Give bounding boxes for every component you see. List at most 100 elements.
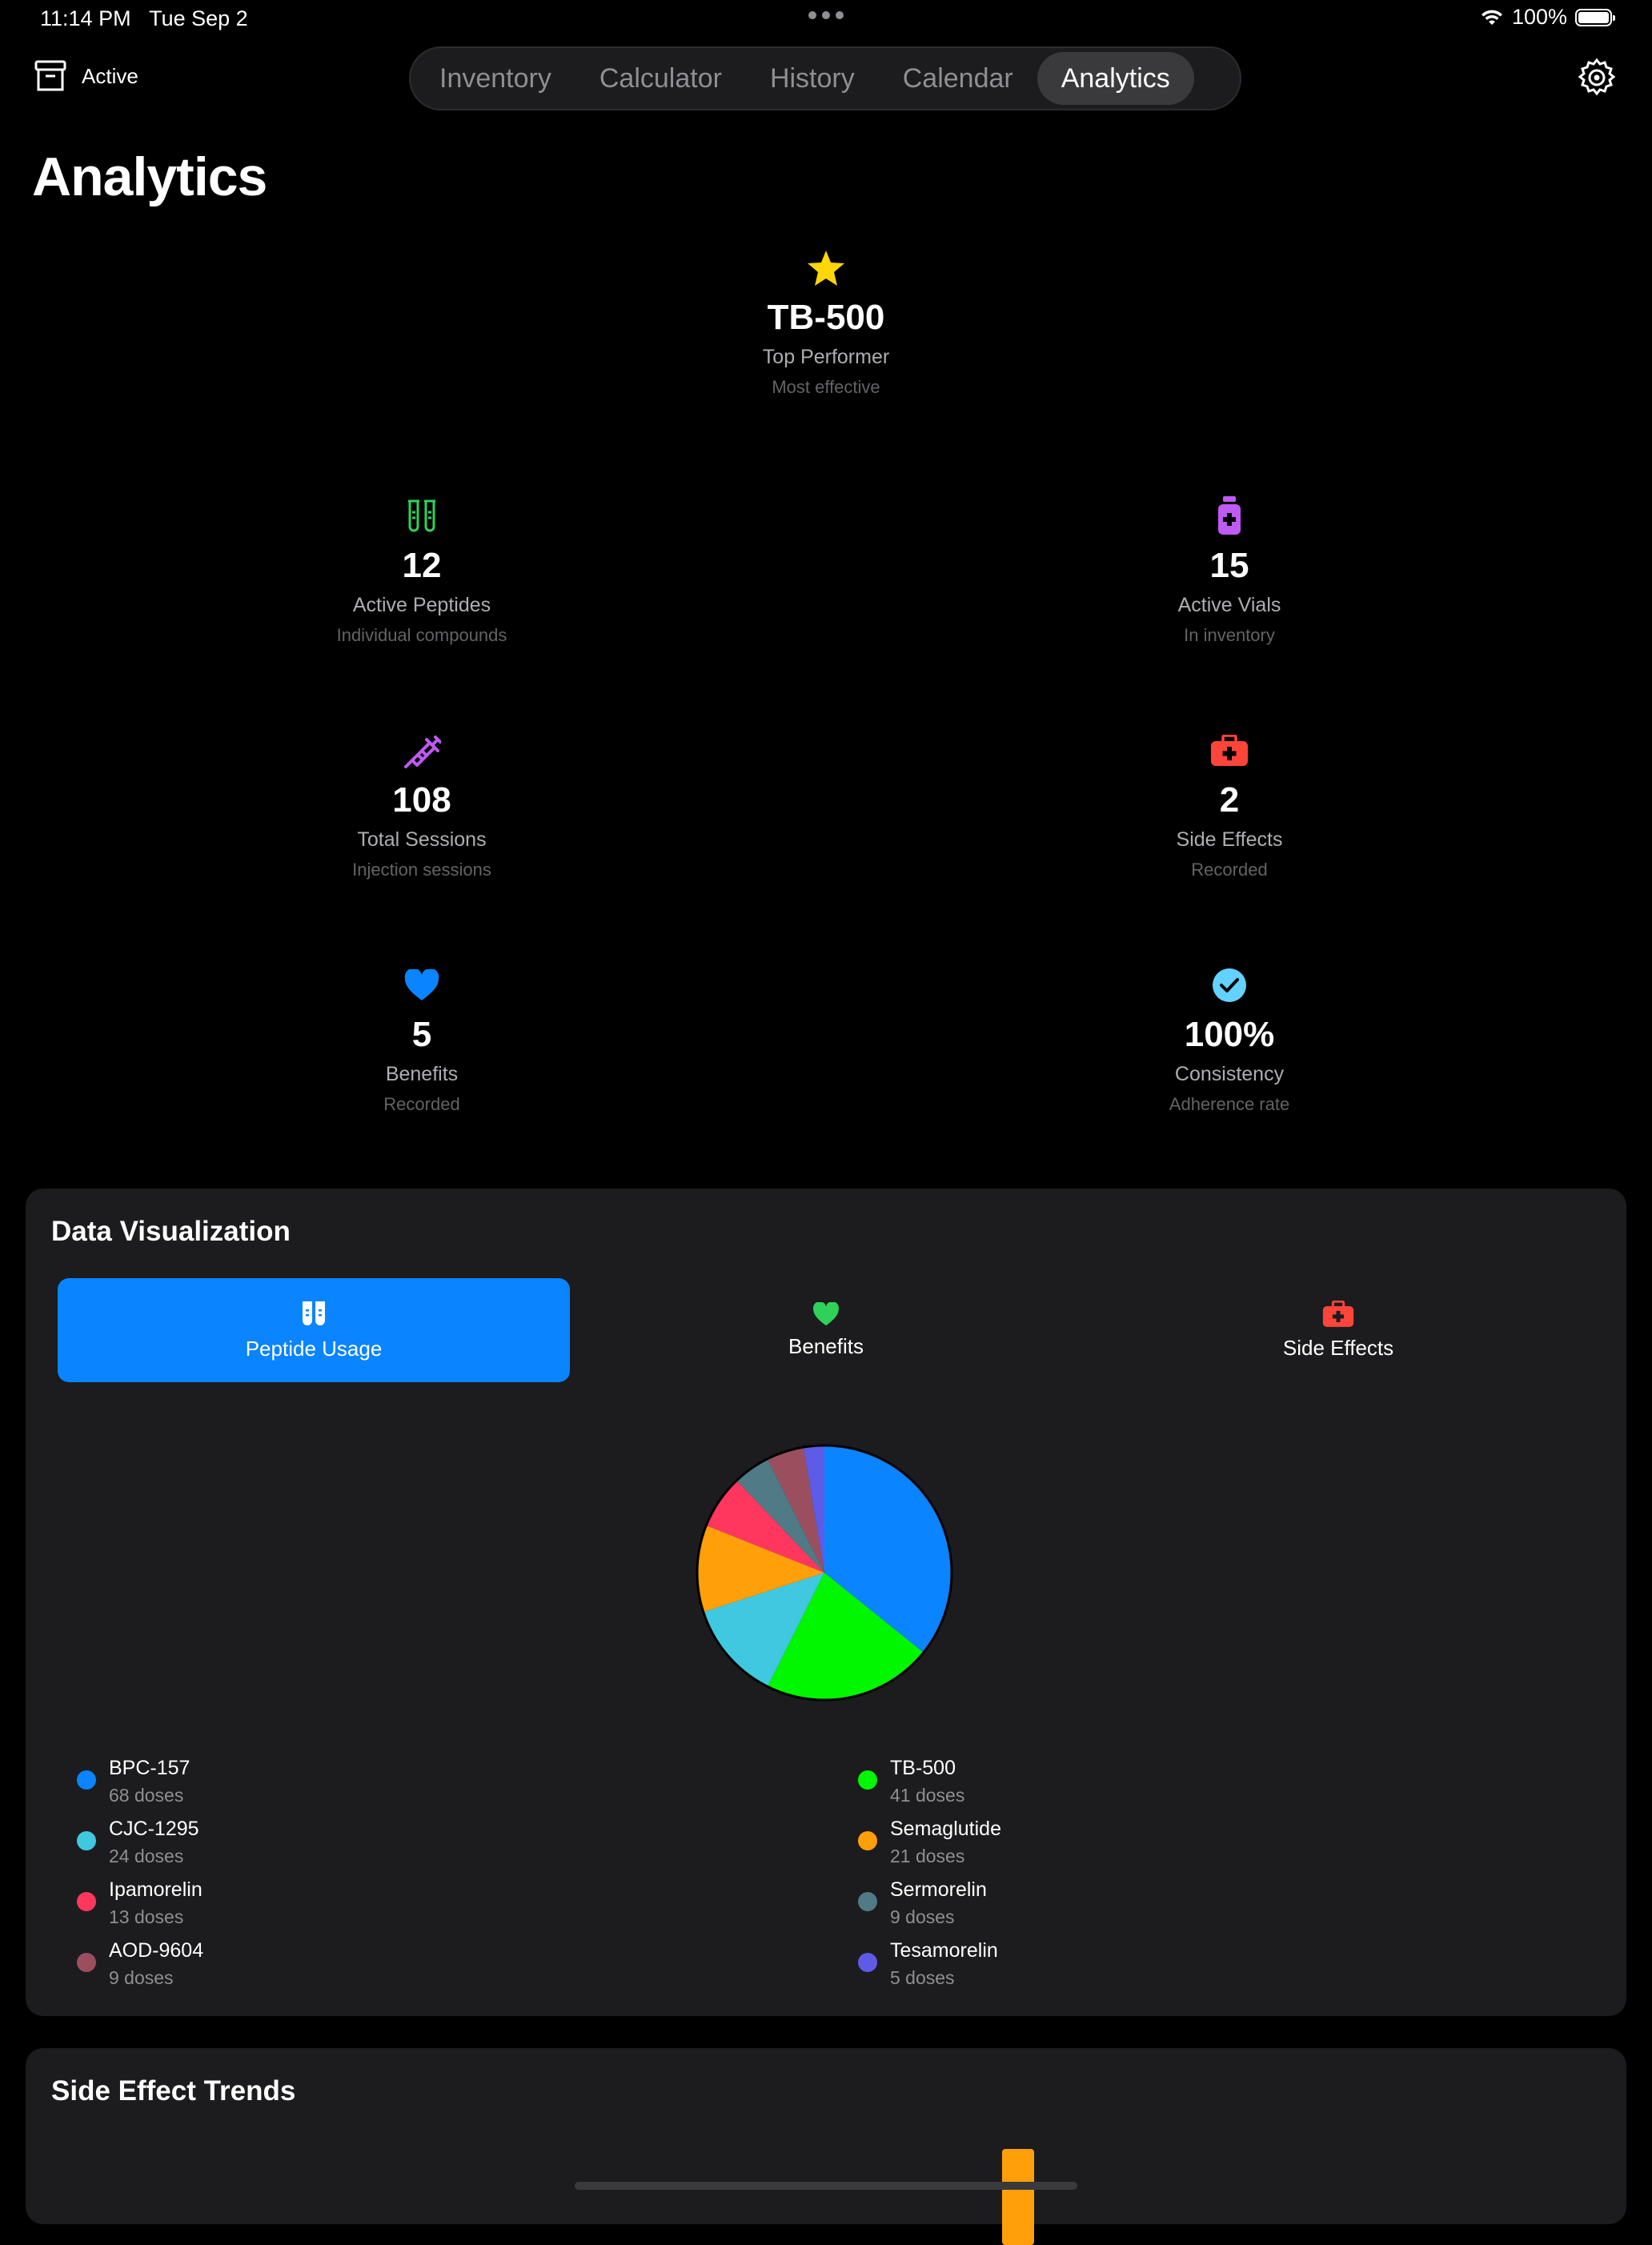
data-visualization-card: Data Visualization Peptide Usage Benefit… (26, 1189, 1626, 2016)
medical-kit-icon (1069, 726, 1389, 776)
legend-name: CJC-1295 (109, 1818, 199, 1840)
tab-peptide-usage[interactable]: Peptide Usage (58, 1278, 570, 1382)
chart-tab-selector: Peptide Usage Benefits Side Effects (58, 1278, 1594, 1382)
battery-percent: 100% (1511, 5, 1567, 29)
syringe-icon (262, 726, 582, 776)
tab-calculator[interactable]: Calculator (575, 52, 746, 105)
legend-doses: 24 doses (109, 1846, 184, 1866)
tab-inventory[interactable]: Inventory (415, 52, 575, 105)
top-performer-sub: Most effective (772, 377, 880, 397)
wifi-icon (1481, 10, 1502, 25)
side-effects-sub: Recorded (1191, 860, 1268, 880)
tab-history[interactable]: History (746, 52, 879, 105)
active-archive-button[interactable]: Active (34, 59, 138, 93)
legend-item-aod-9604: AOD-9604 9 doses (77, 1939, 203, 1989)
settings-button[interactable] (1577, 58, 1617, 102)
active-label: Active (82, 63, 138, 88)
tab-peptide-usage-label: Peptide Usage (245, 1336, 383, 1361)
legend-name: BPC-157 (109, 1757, 190, 1779)
main-tab-bar: Inventory Calculator History Calendar An… (409, 46, 1241, 110)
active-vials-label: Active Vials (1177, 594, 1281, 616)
side-effects-value: 2 (1219, 780, 1240, 820)
status-indicators: 100% (1480, 5, 1615, 30)
tab-benefits[interactable]: Benefits (570, 1278, 1082, 1382)
legend-dot (77, 1831, 96, 1850)
legend-doses: 21 doses (890, 1846, 965, 1866)
peptide-usage-pie-chart (696, 1444, 953, 1702)
total-sessions-stat: 108 Total Sessions Injection sessions (262, 726, 582, 880)
benefits-stat: 5 Benefits Recorded (262, 960, 582, 1115)
multitasking-dots[interactable] (808, 11, 844, 19)
legend-item-bpc-157: BPC-157 68 doses (77, 1757, 190, 1806)
consistency-sub: Adherence rate (1169, 1094, 1290, 1114)
legend-item-ipamorelin: Ipamorelin 13 doses (77, 1878, 202, 1928)
legend-dot (77, 1892, 96, 1911)
gear-icon (1578, 58, 1616, 96)
side-effects-label: Side Effects (1176, 828, 1283, 851)
top-performer-stat: TB-500 Top Performer Most effective (666, 243, 986, 398)
page-title: Analytics (32, 146, 267, 207)
heart-icon (262, 960, 582, 1010)
star-icon (666, 243, 986, 293)
legend-name: Sermorelin (890, 1878, 987, 1901)
time-text: 11:14 PM (40, 6, 131, 30)
legend-item-semaglutide: Semaglutide 21 doses (858, 1818, 1001, 1867)
legend-doses: 41 doses (890, 1785, 965, 1806)
tab-benefits-label: Benefits (788, 1333, 864, 1358)
benefits-value: 5 (411, 1015, 432, 1054)
archive-box-icon (34, 60, 66, 91)
date-text: Tue Sep 2 (149, 6, 248, 30)
total-sessions-sub: Injection sessions (352, 860, 491, 880)
status-time: 11:14 PM Tue Sep 2 (40, 6, 248, 31)
active-peptides-stat: 12 Active Peptides Individual compounds (262, 491, 582, 646)
legend-item-sermorelin: Sermorelin 9 doses (858, 1878, 987, 1928)
top-performer-label: Top Performer (762, 346, 890, 368)
total-sessions-label: Total Sessions (357, 828, 487, 851)
legend-name: Tesamorelin (890, 1939, 998, 1962)
legend-item-tb-500: TB-500 41 doses (858, 1757, 964, 1806)
legend-dot (77, 1770, 96, 1790)
active-peptides-label: Active Peptides (352, 594, 491, 616)
tab-side-effects-label: Side Effects (1282, 1335, 1394, 1360)
home-indicator[interactable] (575, 2182, 1077, 2190)
tab-side-effects[interactable]: Side Effects (1082, 1278, 1594, 1382)
side-effects-stat: 2 Side Effects Recorded (1069, 726, 1389, 880)
legend-name: AOD-9604 (109, 1939, 204, 1962)
legend-item-cjc-1295: CJC-1295 24 doses (77, 1818, 199, 1867)
trend-bar (1002, 2149, 1034, 2245)
legend-doses: 68 doses (109, 1785, 184, 1806)
active-vials-stat: 15 Active Vials In inventory (1069, 491, 1389, 646)
legend-dot (77, 1953, 96, 1972)
legend-dot (858, 1831, 877, 1850)
legend-item-tesamorelin: Tesamorelin 5 doses (858, 1939, 998, 1989)
legend-dot (858, 1953, 877, 1972)
side-effect-trends-card: Side Effect Trends (26, 2048, 1626, 2245)
side-effect-trends-title: Side Effect Trends (51, 2075, 296, 2107)
active-peptides-value: 12 (402, 546, 442, 585)
total-sessions-value: 108 (392, 780, 451, 820)
test-tubes-icon (262, 491, 582, 541)
legend-dot (858, 1770, 877, 1790)
medical-kit-icon (1322, 1300, 1354, 1327)
legend-name: Semaglutide (890, 1818, 1001, 1840)
consistency-value: 100% (1184, 1015, 1275, 1054)
tab-calendar[interactable]: Calendar (879, 52, 1037, 105)
legend-doses: 9 doses (109, 1967, 174, 1988)
test-tubes-icon (303, 1301, 325, 1325)
active-vials-value: 15 (1209, 546, 1249, 585)
checkmark-circle-icon (1069, 960, 1389, 1010)
consistency-stat: 100% Consistency Adherence rate (1069, 960, 1389, 1115)
legend-doses: 5 doses (890, 1967, 955, 1988)
top-performer-name: TB-500 (767, 298, 885, 337)
legend-doses: 13 doses (109, 1906, 184, 1927)
legend-dot (858, 1892, 877, 1911)
benefits-label: Benefits (385, 1063, 459, 1085)
active-vials-sub: In inventory (1184, 625, 1275, 645)
legend-name: Ipamorelin (109, 1878, 202, 1901)
consistency-label: Consistency (1174, 1063, 1285, 1085)
tab-analytics[interactable]: Analytics (1037, 52, 1194, 105)
active-peptides-sub: Individual compounds (336, 625, 507, 645)
legend-name: TB-500 (890, 1757, 956, 1779)
benefits-sub: Recorded (383, 1094, 460, 1114)
legend-doses: 9 doses (890, 1906, 955, 1927)
